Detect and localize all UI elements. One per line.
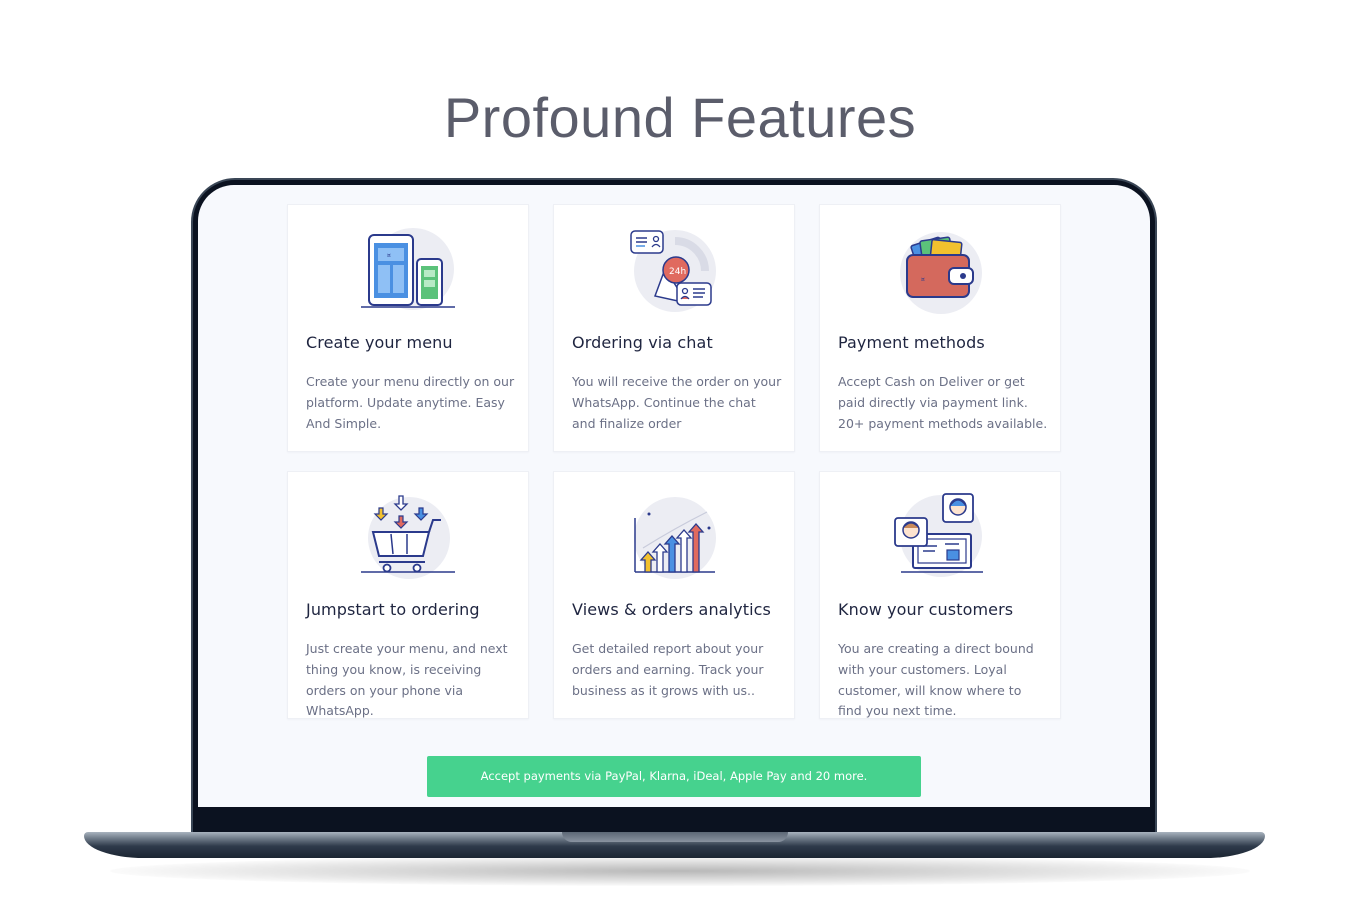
page: Profound Features ¤ Create your menu Cre… <box>0 0 1360 900</box>
feature-title: Payment methods <box>838 333 985 352</box>
feature-title: Create your menu <box>306 333 453 352</box>
page-title: Profound Features <box>443 86 917 149</box>
chat-24h-icon: 24h <box>630 230 716 312</box>
feature-card-payment-methods: ¤ Payment methods Accept Cash on Deliver… <box>819 204 1061 452</box>
analytics-arrows-icon <box>634 497 716 579</box>
feature-title: Know your customers <box>838 600 1014 619</box>
feature-card-analytics: Views & orders analytics Get detailed re… <box>553 471 795 719</box>
svg-text:¤: ¤ <box>387 252 391 259</box>
feature-title: Jumpstart to ordering <box>306 600 480 619</box>
svg-text:¤: ¤ <box>921 276 925 283</box>
feature-description: You will receive the order on your Whats… <box>572 374 782 431</box>
laptop-screen: ¤ Create your menu Create your menu dire… <box>198 185 1150 807</box>
feature-title: Ordering via chat <box>572 333 713 352</box>
customers-profiles-icon <box>894 493 983 577</box>
accept-payments-button[interactable]: Accept payments via PayPal, Klarna, iDea… <box>427 756 921 797</box>
feature-card-create-menu: ¤ Create your menu Create your menu dire… <box>287 204 529 452</box>
feature-title: Views & orders analytics <box>572 600 771 619</box>
feature-description: You are creating a direct bound with you… <box>838 641 1034 719</box>
feature-description: Get detailed report about your orders an… <box>572 641 764 698</box>
feature-description: Create your menu directly on our platfor… <box>306 374 515 431</box>
feature-card-customers: Know your customers You are creating a d… <box>819 471 1061 719</box>
wallet-icon: ¤ <box>900 232 982 314</box>
feature-description: Accept Cash on Deliver or get paid direc… <box>838 374 1048 431</box>
shopping-cart-icon <box>361 495 455 579</box>
feature-card-jumpstart: Jumpstart to ordering Just create your m… <box>287 471 529 719</box>
feature-card-ordering-chat: 24h Ordering via chat You will receive t… <box>553 204 795 452</box>
clock-label: 24h <box>669 267 686 277</box>
phone-tablet-menu-icon: ¤ <box>361 228 455 310</box>
feature-description: Just create your menu, and next thing yo… <box>306 641 508 719</box>
laptop-shadow <box>110 856 1250 886</box>
laptop-notch <box>562 832 788 842</box>
